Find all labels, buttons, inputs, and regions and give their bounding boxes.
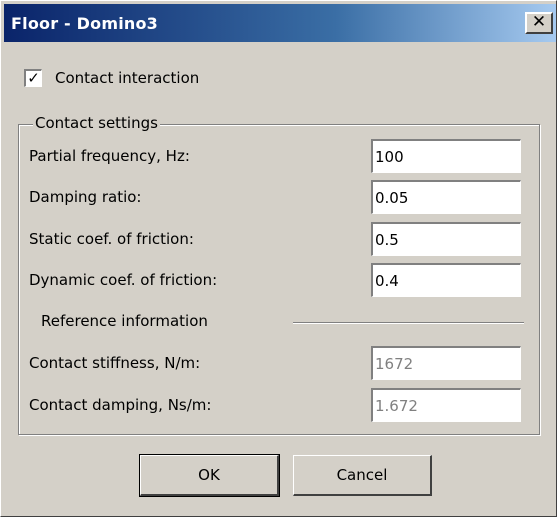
dynamic-friction-label: Dynamic coef. of friction: xyxy=(29,271,218,289)
floor-dialog: Floor - Domino3 ✕ ✓ Contact interaction … xyxy=(0,0,557,517)
static-friction-label: Static coef. of friction: xyxy=(29,230,194,248)
contact-settings-legend: Contact settings xyxy=(33,114,160,132)
close-icon: ✕ xyxy=(531,12,547,32)
static-friction-input[interactable] xyxy=(371,222,521,256)
contact-stiffness-field xyxy=(371,346,521,380)
damping-ratio-label: Damping ratio: xyxy=(29,188,142,206)
reference-information-label: Reference information xyxy=(41,312,208,330)
ok-button[interactable]: OK xyxy=(139,454,280,497)
contact-damping-label: Contact damping, Ns/m: xyxy=(29,396,212,414)
contact-stiffness-label: Contact stiffness, N/m: xyxy=(29,354,201,372)
contact-damping-field xyxy=(371,388,521,422)
contact-interaction-label[interactable]: Contact interaction xyxy=(55,69,199,87)
damping-ratio-input[interactable] xyxy=(371,180,521,214)
partial-frequency-label: Partial frequency, Hz: xyxy=(29,147,190,165)
contact-interaction-checkbox[interactable]: ✓ xyxy=(24,69,42,87)
dynamic-friction-input[interactable] xyxy=(371,263,521,297)
checkmark-icon: ✓ xyxy=(27,69,40,87)
reference-divider xyxy=(293,322,524,324)
title-bar[interactable]: Floor - Domino3 ✕ xyxy=(4,4,556,42)
partial-frequency-input[interactable] xyxy=(371,139,521,173)
close-button[interactable]: ✕ xyxy=(525,12,553,34)
cancel-button[interactable]: Cancel xyxy=(293,455,432,496)
window-title: Floor - Domino3 xyxy=(11,14,159,33)
